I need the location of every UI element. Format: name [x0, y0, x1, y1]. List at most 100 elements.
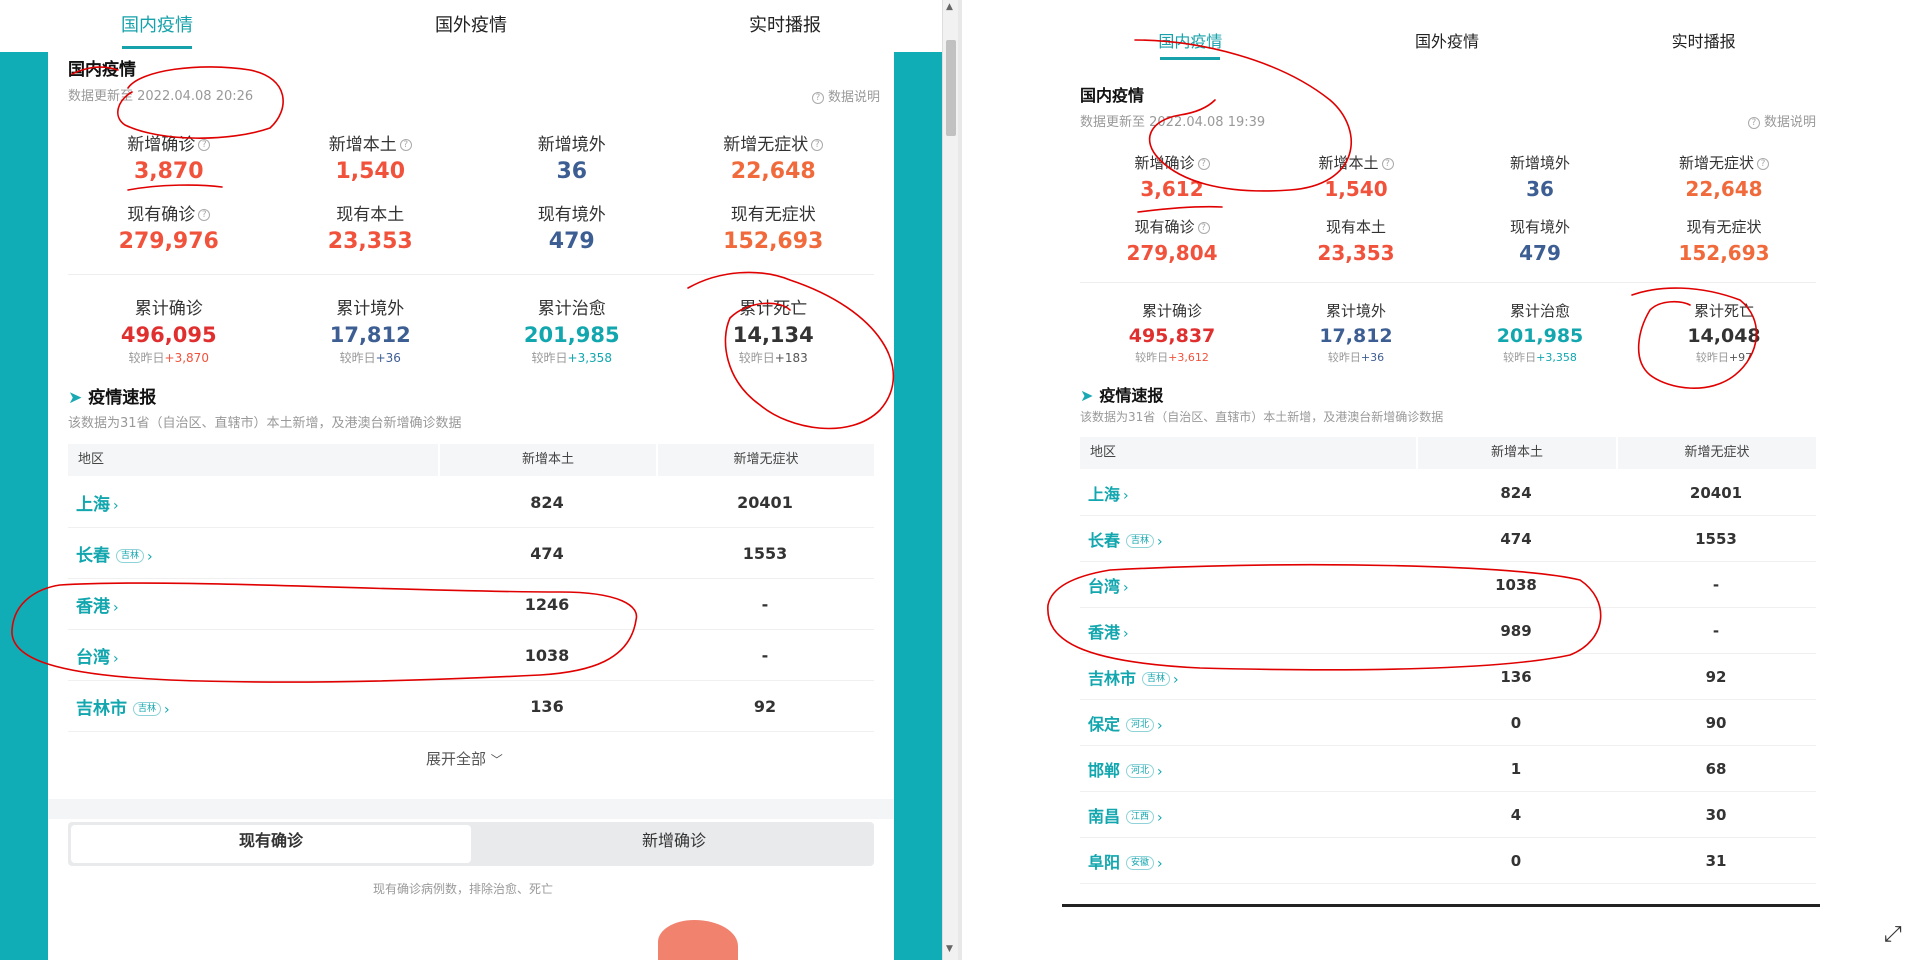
stat-value: 496,095 — [120, 323, 217, 347]
new-local-cell: 989 — [1500, 621, 1532, 640]
china-map-fragment[interactable] — [658, 920, 738, 960]
region-cell[interactable]: 长春 吉林 › — [1080, 527, 1416, 551]
chevron-right-icon[interactable]: › — [113, 600, 119, 616]
region-name[interactable]: 上海 — [1088, 485, 1120, 504]
chevron-right-icon[interactable]: › — [1123, 488, 1129, 504]
region-cell[interactable]: 吉林市 吉林 › — [68, 694, 438, 719]
help-icon[interactable]: ? — [1757, 157, 1769, 170]
stat-value: 279,804 — [1126, 241, 1218, 265]
region-cell[interactable]: 台湾 › — [68, 643, 438, 668]
segment-new-confirmed[interactable]: 新增确诊 — [474, 822, 874, 866]
table-row[interactable]: 台湾 › 1038 - — [68, 630, 874, 681]
scroll-down-icon[interactable]: ▼ — [946, 944, 953, 954]
help-icon[interactable]: ? — [399, 139, 412, 151]
region-cell[interactable]: 台湾 › — [1080, 573, 1416, 597]
stat-label: 累计死亡 — [739, 299, 808, 319]
table-row[interactable]: 上海 › 824 20401 — [68, 477, 874, 528]
region-name[interactable]: 香港 — [1088, 623, 1120, 642]
help-icon[interactable]: ? — [811, 139, 824, 151]
province-tag: 河北 — [1126, 764, 1155, 778]
chevron-right-icon[interactable]: › — [1157, 534, 1163, 550]
region-cell[interactable]: 南昌 江西 › — [1080, 803, 1416, 827]
region-cell[interactable]: 阜阳 安徽 › — [1080, 849, 1416, 873]
chevron-right-icon[interactable]: › — [1123, 626, 1129, 642]
table-row[interactable]: 长春 吉林 › 474 1553 — [68, 528, 874, 579]
stat-value: 14,134 — [732, 323, 814, 347]
help-icon[interactable]: ? — [198, 139, 211, 151]
tab-live[interactable]: 实时播报 — [628, 0, 942, 52]
stat-value: 22,648 — [730, 159, 816, 184]
region-name[interactable]: 长春 — [1088, 531, 1120, 550]
current-stats-grid: 现有确诊? 279,804 现有本土 23,353 现有境外 479 现有无症状 152… — [1080, 216, 1816, 265]
tab-overseas[interactable]: 国外疫情 — [314, 0, 628, 52]
table-row[interactable]: 台湾 › 1038 - — [1080, 562, 1816, 608]
help-icon: ? — [1747, 116, 1760, 129]
tab-domestic[interactable]: 国内疫情 — [1062, 18, 1319, 66]
table-row[interactable]: 吉林市 吉林 › 136 92 — [1080, 654, 1816, 700]
table-row[interactable]: 南昌 江西 › 4 30 — [1080, 792, 1816, 838]
resize-icon[interactable]: ⤢ — [1884, 922, 1902, 947]
tab-domestic[interactable]: 国内疫情 — [0, 0, 314, 52]
chevron-right-icon[interactable]: › — [147, 549, 153, 565]
table-row[interactable]: 长春 吉林 › 474 1553 — [1080, 516, 1816, 562]
help-icon[interactable]: ? — [1197, 221, 1210, 234]
region-name[interactable]: 南昌 — [1088, 807, 1120, 826]
tab-overseas[interactable]: 国外疫情 — [1319, 18, 1576, 66]
region-name[interactable]: 吉林市 — [1088, 669, 1136, 688]
chevron-right-icon[interactable]: › — [1157, 810, 1163, 826]
data-explain-link[interactable]: ? 数据说明 — [809, 86, 880, 105]
region-name[interactable]: 台湾 — [1088, 577, 1120, 596]
help-icon[interactable]: ? — [198, 209, 211, 221]
region-cell[interactable]: 吉林市 吉林 › — [1080, 665, 1416, 689]
current-stats-grid: 现有确诊? 279,976 现有本土 23,353 现有境外 479 现有无症状 152… — [68, 200, 874, 254]
chevron-right-icon[interactable]: › — [113, 498, 119, 514]
stat-new-asymptomatic: 新增无症状? 22,648 — [673, 130, 875, 184]
region-cell[interactable]: 香港 › — [1080, 619, 1416, 643]
table-row[interactable]: 保定 河北 › 0 90 — [1080, 700, 1816, 746]
region-cell[interactable]: 长春 吉林 › — [68, 541, 438, 566]
stat-current-asymptomatic: 现有无症状 152,693 — [673, 200, 875, 254]
table-row[interactable]: 吉林市 吉林 › 136 92 — [68, 681, 874, 732]
region-name[interactable]: 香港 — [76, 597, 110, 617]
scroll-up-icon[interactable]: ▲ — [946, 2, 953, 12]
vertical-scrollbar[interactable]: ▲ ▼ — [942, 0, 958, 960]
table-row[interactable]: 香港 › 989 - — [1080, 608, 1816, 654]
chevron-right-icon[interactable]: › — [1157, 856, 1163, 872]
region-cell[interactable]: 上海 › — [1080, 481, 1416, 505]
region-name[interactable]: 阜阳 — [1088, 853, 1120, 872]
table-row[interactable]: 阜阳 安徽 › 0 31 — [1080, 838, 1816, 884]
chevron-right-icon[interactable]: › — [1123, 580, 1129, 596]
chevron-right-icon[interactable]: › — [1157, 718, 1163, 734]
region-name[interactable]: 保定 — [1088, 715, 1120, 734]
segment-current-confirmed[interactable]: 现有确诊 — [71, 825, 471, 863]
help-icon[interactable]: ? — [1197, 157, 1210, 170]
stat-total-imported: 累计境外 17,812 较昨日+36 — [1264, 300, 1448, 365]
stat-new-confirmed: 新增确诊? 3,612 — [1080, 152, 1264, 201]
chevron-right-icon[interactable]: › — [164, 702, 170, 718]
region-name[interactable]: 台湾 — [76, 648, 110, 668]
chevron-right-icon[interactable]: › — [1157, 764, 1163, 780]
region-cell[interactable]: 上海 › — [68, 490, 438, 515]
table-row[interactable]: 上海 › 824 20401 — [1080, 470, 1816, 516]
region-cell[interactable]: 香港 › — [68, 592, 438, 617]
expand-all-button[interactable]: 展开全部 ﹀ — [426, 748, 503, 769]
data-explain-link[interactable]: ? 数据说明 — [1745, 111, 1816, 130]
help-icon[interactable]: ? — [1381, 157, 1394, 170]
tab-live[interactable]: 实时播报 — [1575, 18, 1832, 66]
scroll-thumb[interactable] — [946, 40, 956, 136]
stat-current-local: 现有本土 23,353 — [270, 200, 472, 254]
table-row[interactable]: 邯郸 河北 › 1 68 — [1080, 746, 1816, 792]
region-name[interactable]: 上海 — [76, 495, 110, 515]
chevron-right-icon[interactable]: › — [113, 651, 119, 667]
chevron-right-icon[interactable]: › — [1173, 672, 1179, 688]
report-title: ➤ 疫情速报 — [68, 383, 156, 408]
region-name[interactable]: 邯郸 — [1088, 761, 1120, 780]
region-name[interactable]: 长春 — [76, 546, 110, 566]
paper-plane-icon: ➤ — [68, 388, 83, 408]
table-row[interactable]: 香港 › 1246 - — [68, 579, 874, 630]
stat-value: 495,837 — [1128, 325, 1216, 347]
region-cell[interactable]: 保定 河北 › — [1080, 711, 1416, 735]
region-cell[interactable]: 邯郸 河北 › — [1080, 757, 1416, 781]
stat-value: 14,048 — [1687, 325, 1761, 347]
region-name[interactable]: 吉林市 — [76, 699, 127, 719]
